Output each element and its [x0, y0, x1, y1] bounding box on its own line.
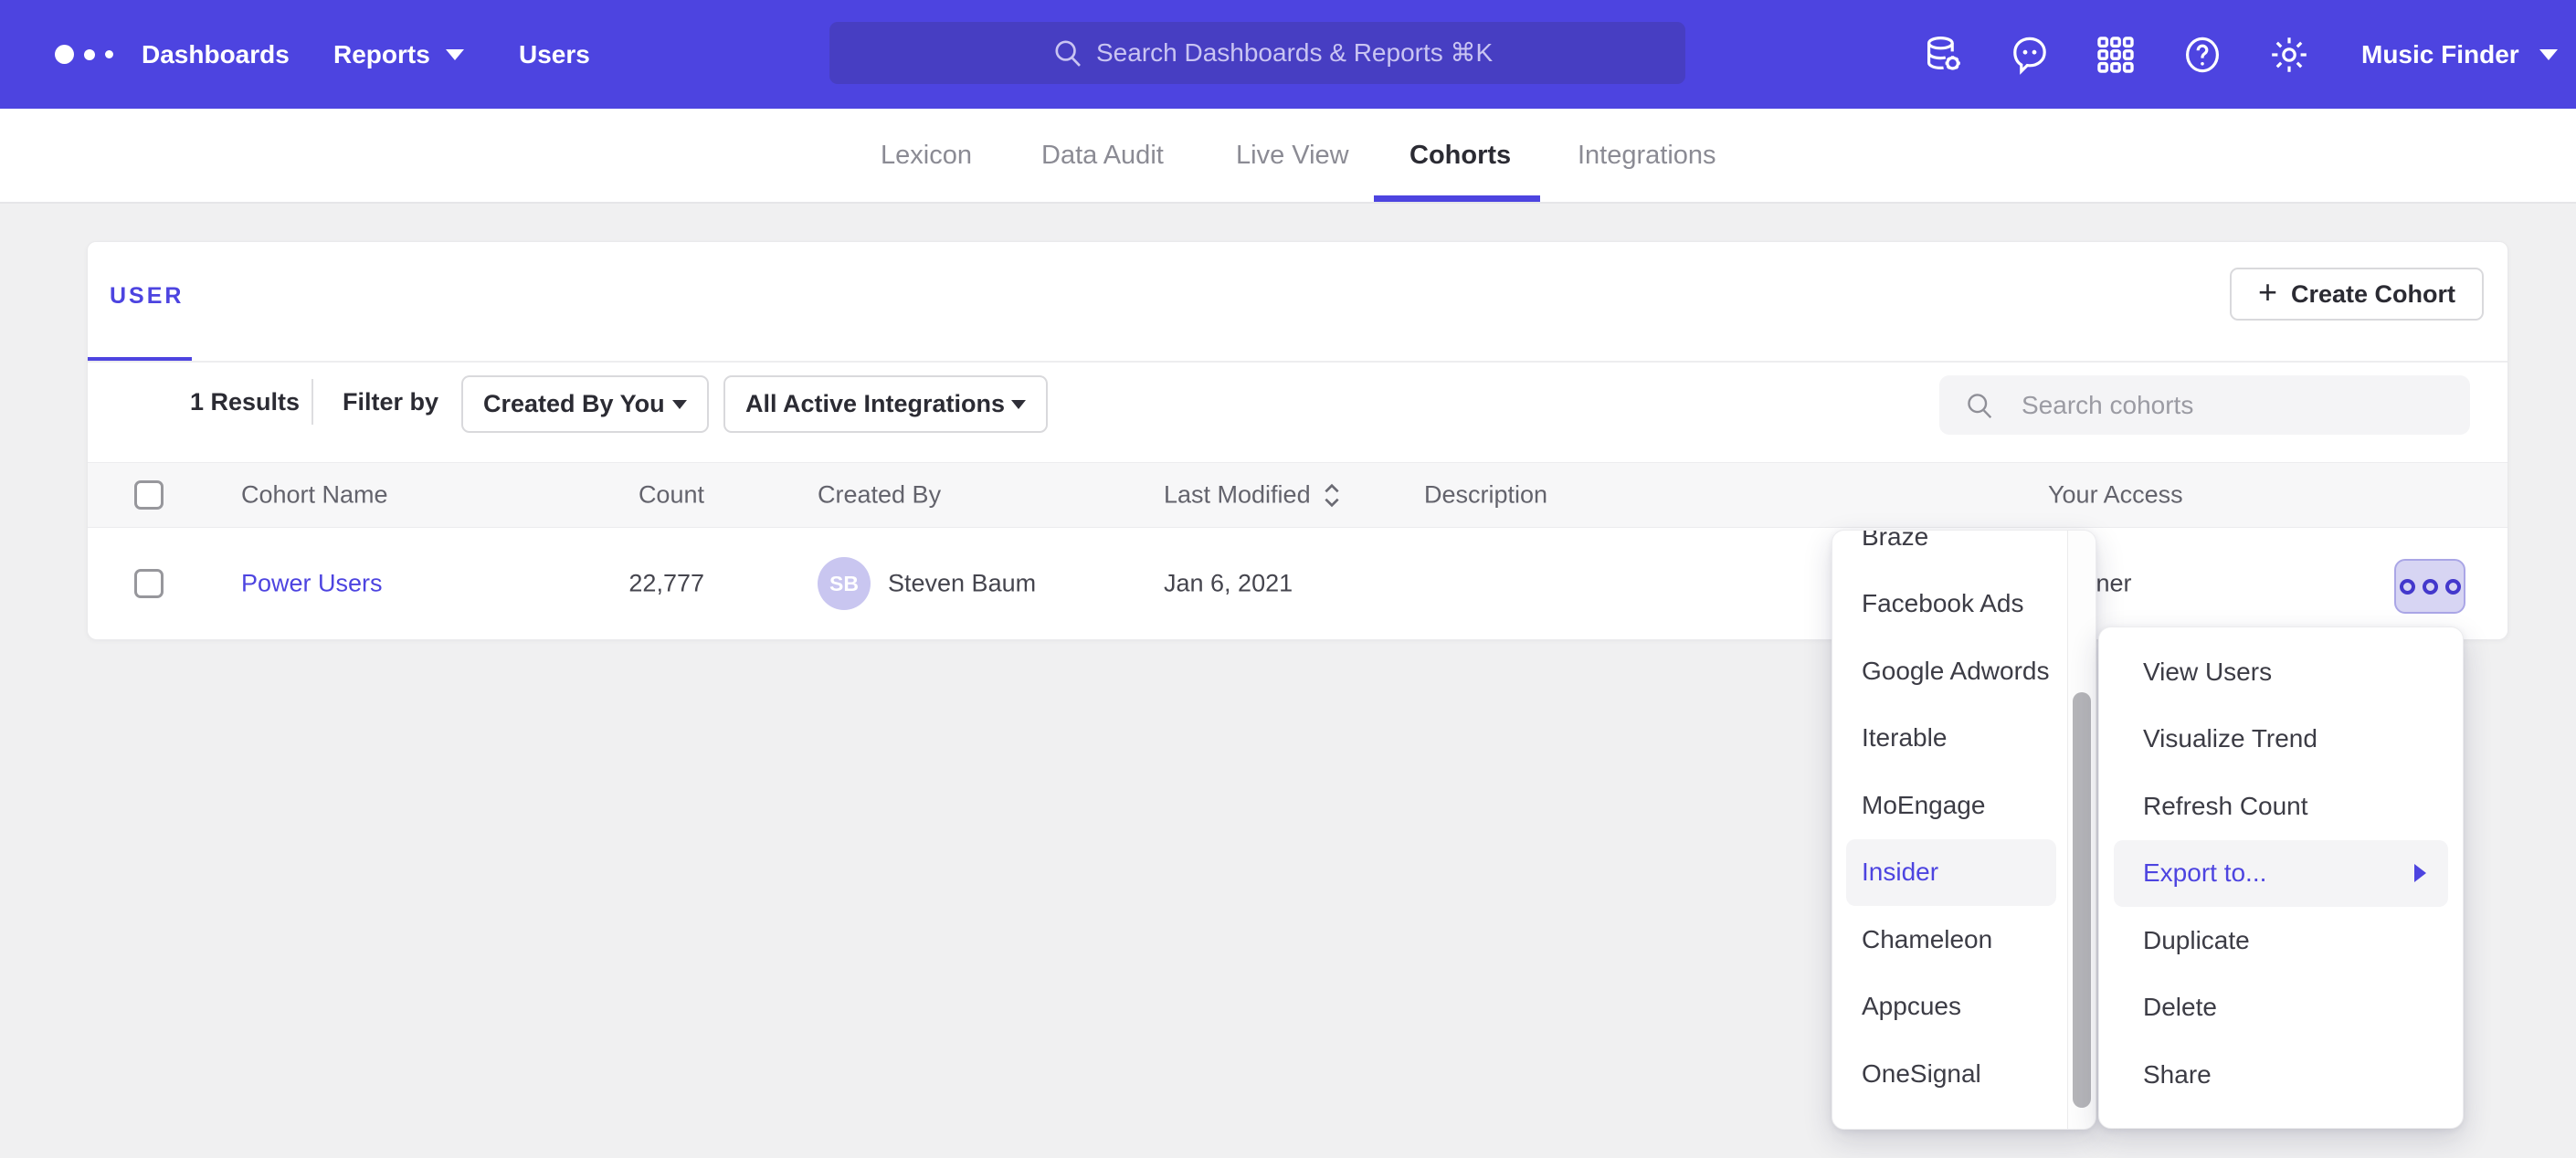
app-logo-dots-icon[interactable] — [55, 0, 113, 109]
submenu-item-appcues[interactable]: Appcues — [1832, 974, 2055, 1041]
nav-item-users[interactable]: Users — [519, 0, 590, 109]
cohort-search-input[interactable] — [2022, 375, 2442, 435]
tab-cohorts[interactable]: Cohorts — [1409, 109, 1511, 202]
integrations-filter-dropdown[interactable]: All Active Integrations — [723, 375, 1048, 433]
menu-item-export-to[interactable]: Export to... — [2114, 840, 2448, 908]
cohort-type-tab-user[interactable]: USER — [110, 283, 184, 310]
submenu-item-iterable[interactable]: Iterable — [1832, 705, 2055, 773]
nav-item-reports[interactable]: Reports — [333, 0, 464, 109]
menu-item-view-users[interactable]: View Users — [2099, 638, 2463, 706]
global-search-bar[interactable] — [829, 22, 1685, 84]
search-icon — [1050, 36, 1085, 70]
submenu-arrow-icon — [2414, 864, 2426, 882]
header-your-access: Your Access — [2048, 481, 2183, 510]
three-dots-icon — [2400, 579, 2415, 595]
submenu-item-facebook-ads[interactable]: Facebook Ads — [1832, 571, 2055, 638]
data-settings-icon[interactable] — [1922, 33, 1966, 77]
active-tab-underline — [1374, 195, 1540, 202]
header-cohort-name: Cohort Name — [241, 481, 388, 510]
header-description: Description — [1424, 481, 1547, 510]
submenu-item-braze[interactable]: Braze — [1832, 530, 2055, 571]
create-cohort-button[interactable]: + Create Cohort — [2230, 268, 2484, 321]
submenu-item-moengage[interactable]: MoEngage — [1832, 772, 2055, 839]
nav-item-dashboards[interactable]: Dashboards — [142, 0, 290, 109]
submenu-item-chameleon[interactable]: Chameleon — [1832, 906, 2055, 974]
header-count: Count — [522, 481, 704, 510]
submenu-item-insider[interactable]: Insider — [1846, 839, 2056, 907]
submenu-list: Braze Facebook Ads Google Adwords Iterab… — [1832, 530, 2096, 1108]
menu-item-refresh-count[interactable]: Refresh Count — [2099, 773, 2463, 840]
caret-down-icon — [1011, 400, 1026, 409]
header-last-modified[interactable]: Last Modified — [1164, 481, 1342, 510]
divider — [88, 361, 2507, 363]
tab-data-audit[interactable]: Data Audit — [1041, 109, 1164, 202]
menu-item-visualize-trend[interactable]: Visualize Trend — [2099, 706, 2463, 774]
table-row-power-users: Power Users 22,777 SB Steven Baum Jan 6,… — [88, 528, 2507, 639]
divider — [311, 379, 313, 425]
filter-by-label: Filter by — [343, 388, 438, 416]
settings-gear-icon[interactable] — [2267, 33, 2311, 77]
row-actions-button[interactable] — [2394, 559, 2465, 614]
menu-item-duplicate[interactable]: Duplicate — [2099, 907, 2463, 974]
submenu-item-onesignal[interactable]: OneSignal — [1832, 1040, 2055, 1108]
cohorts-panel: USER + Create Cohort 1 Results Filter by… — [87, 241, 2508, 639]
submenu-scrollbar-thumb[interactable] — [2073, 692, 2091, 1108]
feedback-icon[interactable] — [2008, 33, 2052, 77]
sort-icon — [1322, 481, 1342, 509]
cohort-count: 22,777 — [522, 570, 704, 598]
cohort-search-bar[interactable] — [1939, 375, 2470, 435]
avatar: SB — [818, 557, 871, 610]
project-switcher[interactable]: Music Finder — [2361, 0, 2558, 109]
header-created-by: Created By — [818, 481, 941, 510]
last-modified-date: Jan 6, 2021 — [1164, 570, 1293, 598]
created-by-name: Steven Baum — [888, 570, 1036, 598]
created-by-filter-dropdown[interactable]: Created By You — [461, 375, 709, 433]
help-icon[interactable] — [2180, 33, 2224, 77]
cohort-name-link[interactable]: Power Users — [241, 570, 383, 598]
search-icon — [1963, 389, 1996, 422]
menu-item-share[interactable]: Share — [2099, 1041, 2463, 1109]
menu-item-delete[interactable]: Delete — [2099, 974, 2463, 1042]
caret-down-icon — [2539, 49, 2558, 60]
section-tabbar: Lexicon Data Audit Live View Cohorts Int… — [0, 109, 2576, 204]
apps-grid-icon[interactable] — [2094, 33, 2138, 77]
select-all-checkbox[interactable] — [134, 480, 164, 510]
row-checkbox[interactable] — [134, 569, 164, 598]
caret-down-icon — [446, 49, 464, 60]
row-context-menu: View Users Visualize Trend Refresh Count… — [2098, 626, 2464, 1129]
tab-lexicon[interactable]: Lexicon — [881, 109, 972, 202]
results-count: 1 Results — [190, 388, 300, 416]
submenu-item-google-adwords[interactable]: Google Adwords — [1832, 637, 2055, 705]
caret-down-icon — [672, 400, 687, 409]
plus-icon: + — [2258, 276, 2277, 309]
tab-integrations[interactable]: Integrations — [1578, 109, 1716, 202]
app-screen: Dashboards Reports Users — [0, 0, 2576, 1158]
export-to-submenu: Braze Facebook Ads Google Adwords Iterab… — [1832, 530, 2096, 1130]
top-navbar: Dashboards Reports Users — [0, 0, 2576, 109]
global-search-input[interactable] — [1096, 22, 1663, 84]
table-header-row: Cohort Name Count Created By Last Modifi… — [88, 462, 2507, 528]
tab-live-view[interactable]: Live View — [1236, 109, 1349, 202]
